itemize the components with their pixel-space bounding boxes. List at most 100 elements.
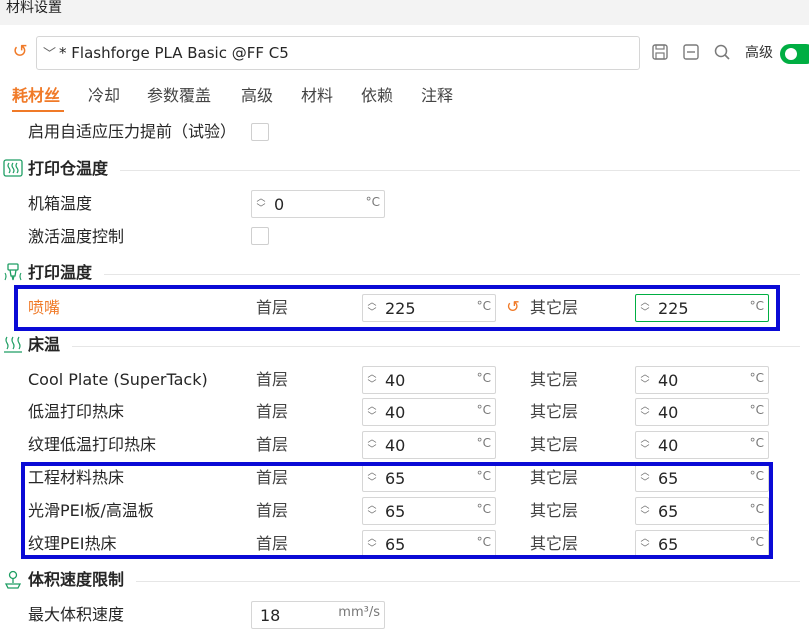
spinner-arrows-icon[interactable]: ︿ ﹀ xyxy=(366,468,378,488)
bed-first-layer-input[interactable]: ︿ ﹀ 40 °C xyxy=(362,431,496,459)
bed-plate-name: 低温打印热床 xyxy=(28,402,125,421)
preset-name: * Flashforge PLA Basic @FF C5 xyxy=(59,44,289,62)
other-layer-label: 其它层 xyxy=(530,402,579,421)
other-layer-label: 其它层 xyxy=(530,370,579,389)
bed-first-layer-input[interactable]: ︿ ﹀ 40 °C xyxy=(362,366,496,394)
temp-unit: °C xyxy=(476,299,491,313)
bed-first-layer-value: 40 xyxy=(385,371,406,390)
first-layer-label: 首层 xyxy=(256,435,289,454)
max-volumetric-value: 18 xyxy=(260,606,281,625)
advanced-label: 高级 xyxy=(745,45,773,61)
activate-temp-checkbox[interactable] xyxy=(251,227,269,245)
nozzle-first-layer-input[interactable]: ︿ ﹀ 225 °C xyxy=(362,294,496,322)
spinner-arrows-icon[interactable]: ︿ ﹀ xyxy=(639,501,651,521)
save-icon[interactable] xyxy=(650,43,670,63)
max-volumetric-label: 最大体积速度 xyxy=(28,605,125,624)
tab-cooling[interactable]: 冷却 xyxy=(88,84,120,108)
section-divider xyxy=(72,346,800,347)
max-volumetric-input[interactable]: 18 mm³/s xyxy=(251,601,385,629)
first-layer-label: 首层 xyxy=(256,468,289,487)
spinner-arrows-icon[interactable]: ︿ ﹀ xyxy=(366,298,378,318)
spinner-arrows-icon[interactable]: ︿ ﹀ xyxy=(366,435,378,455)
bed-plate-name: 纹理PEI热床 xyxy=(28,534,117,553)
spinner-arrows-icon[interactable]: ︿ ﹀ xyxy=(639,468,651,488)
nozzle-other-layer-input[interactable]: ︿ ﹀ 225 °C xyxy=(635,294,769,322)
bed-other-layer-value: 40 xyxy=(658,436,679,455)
spinner-arrows-icon[interactable]: ︿ ﹀ xyxy=(639,402,651,422)
tab-filament[interactable]: 耗材丝 xyxy=(12,84,60,108)
temp-unit: °C xyxy=(749,535,764,549)
bed-first-layer-value: 65 xyxy=(385,535,406,554)
chevron-down-icon: ﹀ xyxy=(43,47,57,62)
tab-material[interactable]: 材料 xyxy=(301,84,333,108)
bed-first-layer-input[interactable]: ︿ ﹀ 65 °C xyxy=(362,530,496,558)
temp-unit: °C xyxy=(476,469,491,483)
bed-first-layer-input[interactable]: ︿ ﹀ 65 °C xyxy=(362,464,496,492)
active-tab-indicator xyxy=(12,110,64,112)
bed-first-layer-value: 65 xyxy=(385,469,406,488)
spinner-arrows-icon[interactable]: ︿ ﹀ xyxy=(639,435,651,455)
first-layer-label: 首层 xyxy=(256,501,289,520)
bed-other-layer-input[interactable]: ︿ ﹀ 40 °C xyxy=(635,431,769,459)
tab-overrides[interactable]: 参数覆盖 xyxy=(147,84,211,108)
spinner-arrows-icon[interactable]: ︿ ﹀ xyxy=(366,501,378,521)
nozzle-icon xyxy=(2,263,24,283)
other-layer-label: 其它层 xyxy=(530,501,579,520)
nozzle-other-layer-value: 225 xyxy=(658,299,689,318)
bed-other-layer-value: 40 xyxy=(658,403,679,422)
adaptive-pa-checkbox[interactable] xyxy=(251,123,269,141)
tab-dependencies[interactable]: 依赖 xyxy=(361,84,393,108)
spinner-arrows-icon[interactable]: ︿ ﹀ xyxy=(639,370,651,390)
section-divider xyxy=(120,170,800,171)
temp-unit: °C xyxy=(476,502,491,516)
bed-other-layer-input[interactable]: ︿ ﹀ 40 °C xyxy=(635,398,769,426)
bed-other-layer-input[interactable]: ︿ ﹀ 65 °C xyxy=(635,530,769,558)
box-temp-input[interactable]: ︿ ﹀ 0 °C xyxy=(251,190,385,218)
volumetric-unit: mm³/s xyxy=(338,605,380,620)
spinner-arrows-icon[interactable]: ︿ ﹀ xyxy=(639,298,651,318)
tab-advanced[interactable]: 高级 xyxy=(241,84,273,108)
bed-other-layer-input[interactable]: ︿ ﹀ 65 °C xyxy=(635,497,769,525)
preset-selector[interactable]: ﹀ * Flashforge PLA Basic @FF C5 xyxy=(36,36,640,70)
volumetric-speed-icon xyxy=(2,570,24,590)
activate-temp-label: 激活温度控制 xyxy=(28,227,125,246)
bed-other-layer-value: 65 xyxy=(658,535,679,554)
bed-plate-name: 工程材料热床 xyxy=(28,468,125,487)
bed-first-layer-input[interactable]: ︿ ﹀ 40 °C xyxy=(362,398,496,426)
volumetric-section-title: 体积速度限制 xyxy=(28,570,125,589)
first-layer-label: 首层 xyxy=(256,298,289,317)
bed-first-layer-value: 40 xyxy=(385,436,406,455)
bed-other-layer-input[interactable]: ︿ ﹀ 65 °C xyxy=(635,464,769,492)
spinner-arrows-icon[interactable]: ︿ ﹀ xyxy=(255,194,267,214)
bed-heat-icon xyxy=(2,335,24,355)
spinner-arrows-icon[interactable]: ︿ ﹀ xyxy=(366,370,378,390)
bed-first-layer-value: 65 xyxy=(385,502,406,521)
advanced-toggle[interactable] xyxy=(780,44,809,64)
chamber-heat-icon xyxy=(2,159,24,179)
reset-preset-icon[interactable]: ↺ xyxy=(10,42,30,62)
other-layer-label: 其它层 xyxy=(530,534,579,553)
bed-other-layer-value: 65 xyxy=(658,502,679,521)
box-temp-label: 机箱温度 xyxy=(28,194,93,213)
bed-first-layer-value: 40 xyxy=(385,403,406,422)
spinner-arrows-icon[interactable]: ︿ ﹀ xyxy=(366,402,378,422)
bed-first-layer-input[interactable]: ︿ ﹀ 65 °C xyxy=(362,497,496,525)
bed-plate-name: 光滑PEI板/高温板 xyxy=(28,501,154,520)
nozzle-label: 喷嘴 xyxy=(28,298,61,317)
bed-other-layer-value: 65 xyxy=(658,469,679,488)
spinner-arrows-icon[interactable]: ︿ ﹀ xyxy=(639,534,651,554)
adaptive-pa-label: 启用自适应压力提前（试验） xyxy=(28,122,237,141)
search-icon[interactable] xyxy=(712,43,732,63)
bed-other-layer-input[interactable]: ︿ ﹀ 40 °C xyxy=(635,366,769,394)
remove-preset-icon[interactable] xyxy=(681,43,701,63)
chamber-section-title: 打印仓温度 xyxy=(28,159,109,178)
temp-unit: °C xyxy=(749,403,764,417)
window-titlebar: 材料设置 xyxy=(0,0,809,25)
temp-unit: °C xyxy=(749,371,764,385)
section-divider xyxy=(104,274,800,275)
window-title: 材料设置 xyxy=(6,0,62,16)
tab-notes[interactable]: 注释 xyxy=(421,84,453,108)
reset-value-icon[interactable]: ↺ xyxy=(504,297,522,317)
spinner-arrows-icon[interactable]: ︿ ﹀ xyxy=(366,534,378,554)
other-layer-label: 其它层 xyxy=(530,435,579,454)
